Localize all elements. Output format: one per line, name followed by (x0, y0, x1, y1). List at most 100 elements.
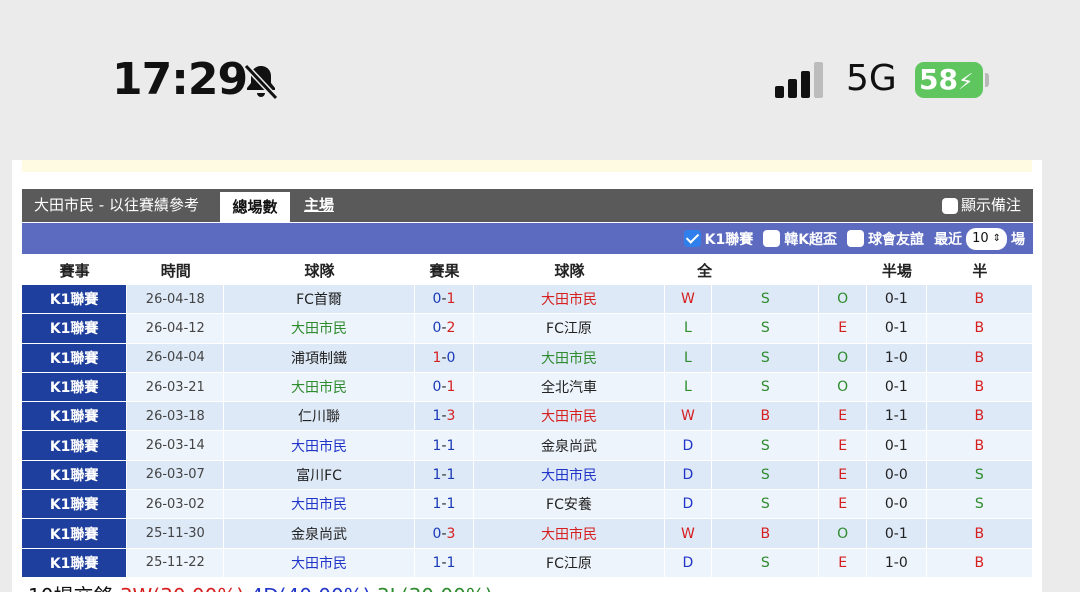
league-cell: K1聯賽 (22, 548, 128, 578)
club-friendly-checkbox[interactable] (847, 230, 865, 247)
result-cell: D (664, 431, 713, 461)
half-score-cell: 0-1 (866, 285, 927, 315)
summary-line: 10場交鋒 3W(30.00%) 4D(40.00%) 3L(30.00%) (28, 580, 493, 592)
table-row[interactable]: K1聯賽 26-03-21 大田市民 0-1 全北汽車 L S O 0-1 B (22, 372, 1033, 403)
half-result-cell: S (926, 490, 1033, 520)
result-cell: D (664, 460, 713, 491)
table-row[interactable]: K1聯賽 26-04-18 FC首爾 0-1 大田市民 W S O 0-1 B (22, 285, 1033, 315)
score-cell: 1-1 (414, 460, 475, 491)
tab-home-matches[interactable]: 主場 (304, 189, 334, 222)
handicap-cell: S (712, 343, 820, 373)
half-score-cell: 0-1 (866, 519, 927, 549)
away-team-cell[interactable]: 大田市民 (474, 343, 665, 373)
date-cell: 26-04-04 (127, 343, 225, 373)
home-team-cell[interactable]: 大田市民 (224, 314, 415, 344)
league-cell: K1聯賽 (22, 285, 128, 315)
score-right: 1 (446, 437, 456, 454)
league-cell: K1聯賽 (22, 372, 128, 403)
home-team-cell[interactable]: 大田市民 (224, 548, 415, 578)
content-sheet: 大田市民 - 以往賽績參考 總場數 主場 顯示備注 K1聯賽 韓K超盃 球會友誼… (12, 160, 1042, 592)
half-result-cell: B (926, 402, 1033, 432)
show-notes-checkbox[interactable] (941, 197, 958, 214)
summary-wins: 3W(30.00%) (120, 584, 244, 592)
date-cell: 26-04-12 (127, 314, 225, 344)
handicap-cell: S (712, 548, 820, 578)
score-right: 1 (446, 496, 456, 513)
status-time: 17:29 (112, 54, 248, 105)
bell-muted-icon (243, 63, 279, 101)
result-cell: L (664, 343, 713, 373)
handicap-cell: S (712, 314, 820, 344)
away-team-cell[interactable]: 大田市民 (474, 402, 665, 432)
charging-bolt-icon: ⚡ (957, 70, 974, 95)
score-cell: 0-1 (414, 285, 475, 315)
table-row[interactable]: K1聯賽 26-03-14 大田市民 1-1 金泉尚武 D S E 0-1 B (22, 431, 1033, 461)
score-cell: 1-1 (414, 548, 475, 578)
home-team-cell[interactable]: FC首爾 (224, 285, 415, 315)
chevron-updown-icon: ⇕ (992, 232, 1001, 244)
away-team-cell[interactable]: FC江原 (474, 314, 665, 344)
date-cell: 25-11-22 (127, 548, 225, 578)
away-team-cell[interactable]: FC江原 (474, 548, 665, 578)
away-team-cell[interactable]: 大田市民 (474, 285, 665, 315)
home-team-cell[interactable]: 富川FC (224, 460, 415, 491)
over-under-cell: O (819, 285, 867, 315)
k1-league-checkbox[interactable] (683, 230, 701, 247)
table-row[interactable]: K1聯賽 25-11-30 金泉尚武 0-3 大田市民 W B O 0-1 B (22, 519, 1033, 549)
home-team-cell[interactable]: 仁川聯 (224, 402, 415, 432)
half-score-cell: 0-1 (866, 372, 927, 403)
handicap-cell: S (712, 460, 820, 491)
section-header: 大田市民 - 以往賽績參考 總場數 主場 顯示備注 (22, 189, 1033, 222)
home-team-cell[interactable]: 大田市民 (224, 372, 415, 403)
date-cell: 26-03-21 (127, 372, 225, 403)
half-result-cell: B (926, 314, 1033, 344)
korea-cup-checkbox[interactable] (763, 230, 781, 247)
half-result-cell: B (926, 343, 1033, 373)
col-header: 半場 (866, 255, 927, 285)
network-type: 5G (846, 58, 897, 99)
away-team-cell[interactable]: 金泉尚武 (474, 431, 665, 461)
col-header: 球隊 (224, 255, 415, 285)
over-under-cell: O (819, 343, 867, 373)
home-team-cell[interactable]: 金泉尚武 (224, 519, 415, 549)
summary-losses: 3L(30.00%) (377, 584, 493, 592)
away-team-cell[interactable]: FC安養 (474, 490, 665, 520)
table-row[interactable]: K1聯賽 26-04-04 浦項制鐵 1-0 大田市民 L S O 1-0 B (22, 343, 1033, 373)
score-right: 3 (446, 525, 456, 542)
show-notes-label: 顯示備注 (960, 196, 1021, 214)
league-cell: K1聯賽 (22, 519, 128, 549)
battery-tip (985, 73, 989, 87)
league-cell: K1聯賽 (22, 314, 128, 344)
score-cell: 0-1 (414, 372, 475, 403)
table-row[interactable]: K1聯賽 26-03-02 大田市民 1-1 FC安養 D S E 0-0 S (22, 490, 1033, 520)
home-team-cell[interactable]: 大田市民 (224, 431, 415, 461)
table-row[interactable]: K1聯賽 26-04-12 大田市民 0-2 FC江原 L S E 0-1 B (22, 314, 1033, 344)
date-cell: 26-03-07 (127, 460, 225, 491)
away-team-cell[interactable]: 全北汽車 (474, 372, 665, 403)
table-row[interactable]: K1聯賽 26-03-07 富川FC 1-1 大田市民 D S E 0-0 S (22, 460, 1033, 491)
home-team-cell[interactable]: 浦項制鐵 (224, 343, 415, 373)
home-team-cell[interactable]: 大田市民 (224, 490, 415, 520)
date-cell: 26-04-18 (127, 285, 225, 315)
score-cell: 0-2 (414, 314, 475, 344)
score-cell: 1-1 (414, 431, 475, 461)
table-header-row: 賽事 時間 球隊 賽果 球隊 全 半場 半 (22, 255, 1033, 285)
half-result-cell: B (926, 519, 1033, 549)
col-header: 半 (926, 255, 1033, 285)
date-cell: 26-03-18 (127, 402, 225, 432)
score-right: 1 (446, 554, 456, 571)
recent-count-select[interactable]: 10 ⇕ (966, 227, 1007, 250)
tab-all-matches[interactable]: 總場數 (220, 192, 290, 222)
score-right: 1 (446, 291, 456, 308)
show-notes-toggle[interactable]: 顯示備注 (941, 189, 1021, 222)
table-row[interactable]: K1聯賽 26-03-18 仁川聯 1-3 大田市民 W B E 1-1 B (22, 402, 1033, 432)
away-team-cell[interactable]: 大田市民 (474, 460, 665, 491)
away-team-cell[interactable]: 大田市民 (474, 519, 665, 549)
league-cell: K1聯賽 (22, 431, 128, 461)
date-cell: 25-11-30 (127, 519, 225, 549)
col-header: 全 (664, 255, 713, 285)
table-row[interactable]: K1聯賽 25-11-22 大田市民 1-1 FC江原 D S E 1-0 B (22, 548, 1033, 578)
score-right: 1 (446, 466, 456, 483)
status-bar: 17:29 5G 58⚡ (0, 0, 1080, 160)
date-cell: 26-03-02 (127, 490, 225, 520)
